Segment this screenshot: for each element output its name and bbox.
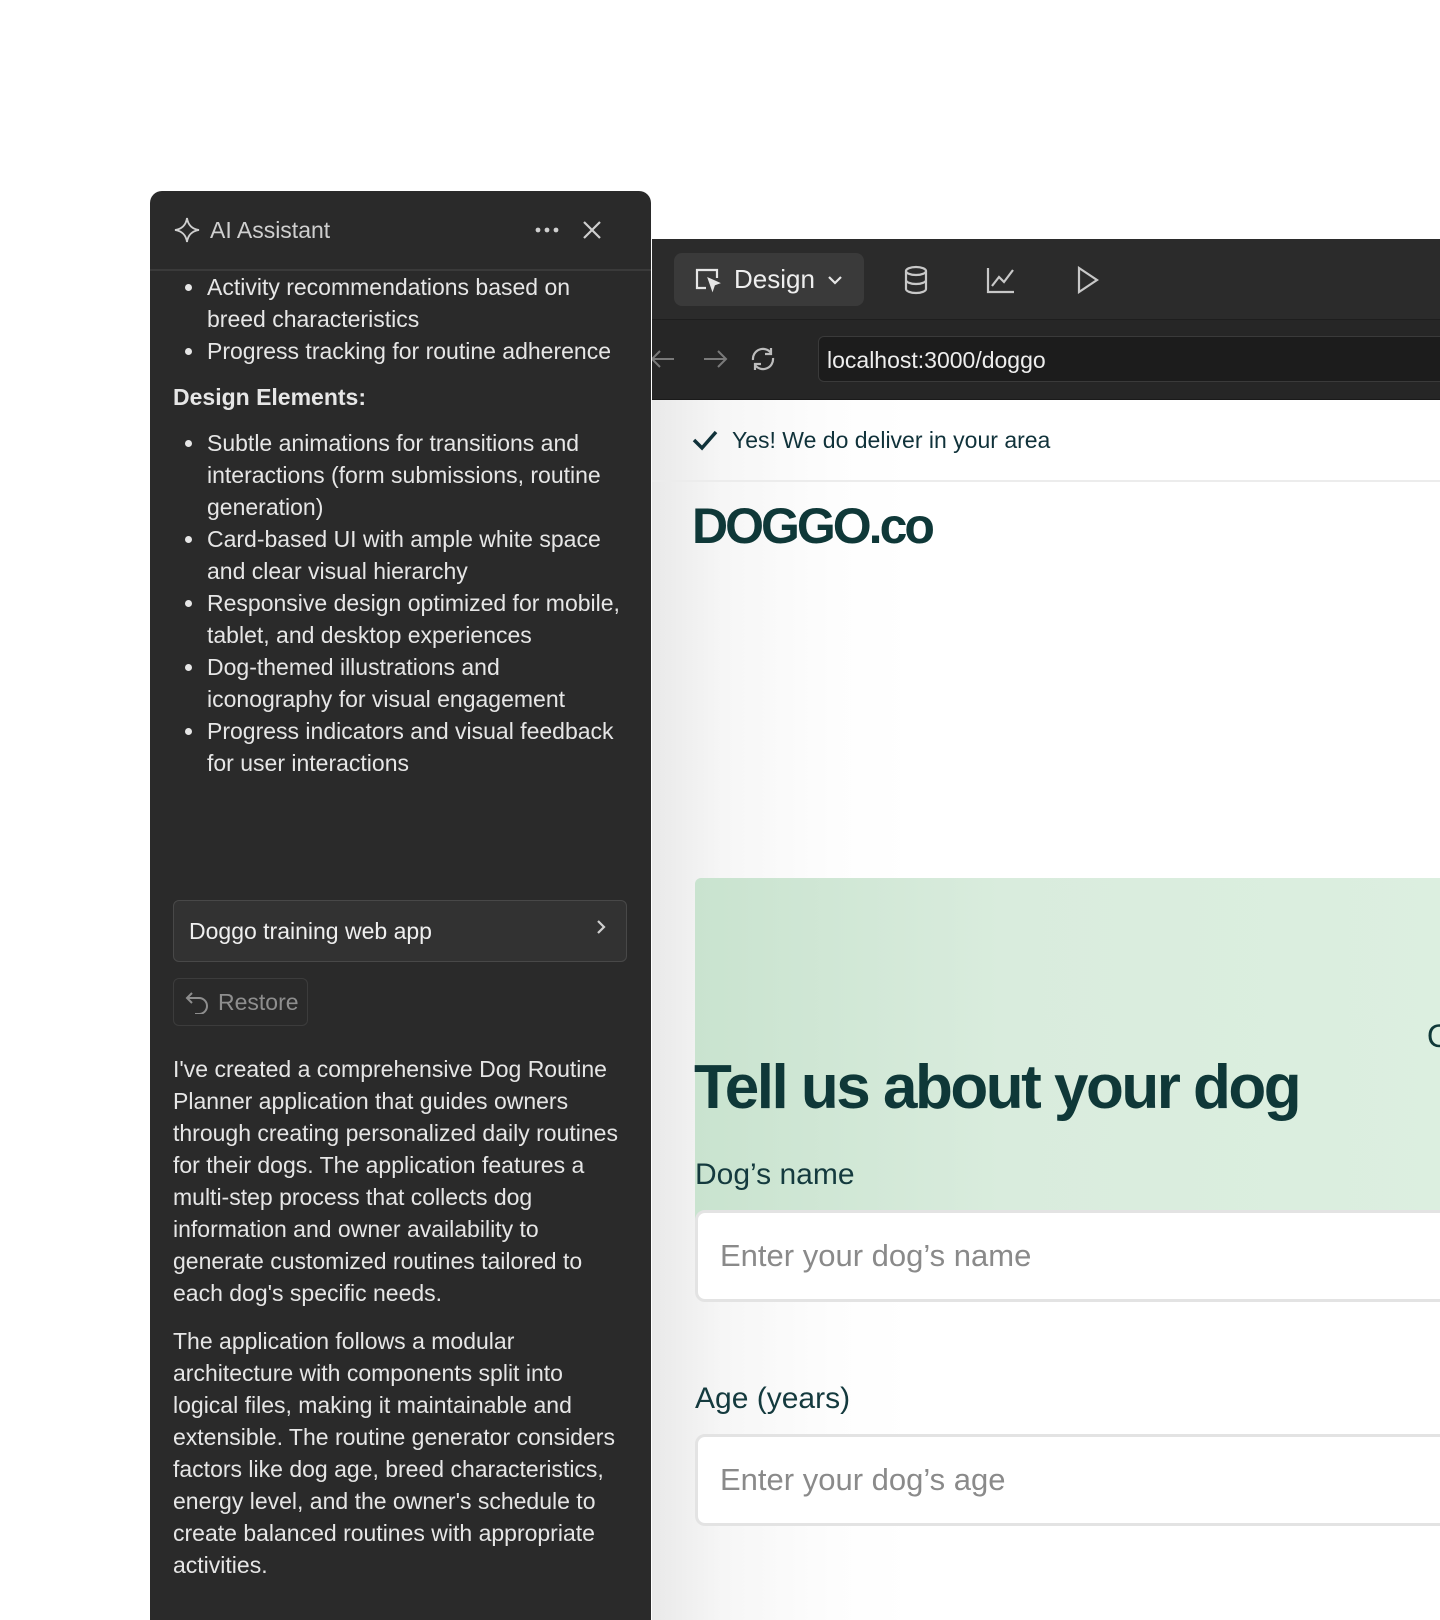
assistant-summary: I've created a comprehensive Dog Routine… [173,1053,629,1597]
project-card[interactable]: Doggo training web app [173,900,627,962]
editor-toolbar: Design [652,239,1440,320]
delivery-banner: Yes! We do deliver in your area [652,400,1440,482]
chart-icon[interactable] [983,262,1019,298]
checkmark-icon [692,429,718,451]
restore-label: Restore [218,988,299,1015]
list-item: Activity recommendations based on breed … [173,271,629,335]
cursor-select-icon [694,267,722,293]
assistant-message-body: Activity recommendations based on breed … [173,271,629,779]
assistant-header: AI Assistant [150,191,651,271]
address-bar: localhost:3000/doggo [652,320,1440,400]
design-elements-list: Subtle animations for transitions and in… [173,427,629,779]
site-logo[interactable]: DOGGO.co [692,497,935,555]
list-item: Progress tracking for routine adherence [173,335,629,367]
url-field[interactable]: localhost:3000/doggo [818,336,1440,382]
dog-age-input[interactable] [695,1434,1440,1526]
dog-name-label: Dog’s name [695,1158,855,1191]
summary-paragraph: The application follows a modular archit… [173,1328,615,1578]
assistant-title: AI Assistant [210,216,331,243]
back-arrow-icon[interactable] [652,344,678,374]
browser-window: Design localhost:3000/doggo Yes! We do d… [652,239,1440,1620]
design-elements-heading: Design Elements: [173,384,366,410]
list-item: Responsive design optimized for mobile, … [173,587,629,651]
refresh-icon[interactable] [748,344,778,374]
project-card-label: Doggo training web app [189,917,432,944]
list-item: Card-based UI with ample white space and… [173,523,629,587]
list-item: Progress indicators and visual feedback … [173,715,629,779]
page-viewport: Yes! We do deliver in your area DOGGO.co… [652,400,1440,1620]
delivery-message: Yes! We do deliver in your area [732,426,1051,453]
database-icon[interactable] [898,262,934,298]
forward-arrow-icon[interactable] [700,344,730,374]
hero-partial-text: C [1426,1018,1440,1054]
design-mode-label: Design [734,264,815,294]
restore-button[interactable]: Restore [173,978,308,1026]
summary-paragraph: I've created a comprehensive Dog Routine… [173,1056,618,1306]
ai-assistant-panel: AI Assistant Activity recommendations ba… [150,191,651,1620]
sparkle-icon [174,217,200,243]
more-horizontal-icon[interactable] [530,213,564,247]
chevron-right-icon [596,919,606,935]
design-mode-dropdown[interactable]: Design [674,253,864,306]
dog-age-label: Age (years) [695,1382,851,1415]
close-icon[interactable] [575,213,609,247]
undo-icon [184,990,210,1014]
feature-list: Activity recommendations based on breed … [173,271,629,367]
list-item: Subtle animations for transitions and in… [173,427,629,523]
dog-name-input[interactable] [695,1210,1440,1302]
page-title: Tell us about your dog [694,1053,1302,1122]
play-icon[interactable] [1070,262,1106,298]
list-item: Dog-themed illustrations and iconography… [173,651,629,715]
chevron-down-icon [827,275,843,285]
